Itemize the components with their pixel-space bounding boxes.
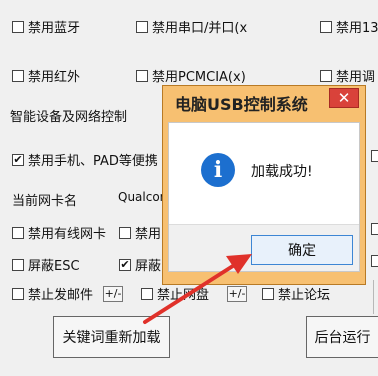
- arrowhead: [226, 254, 252, 274]
- arrow-shaft: [143, 262, 238, 324]
- pointer-arrow: [143, 254, 252, 324]
